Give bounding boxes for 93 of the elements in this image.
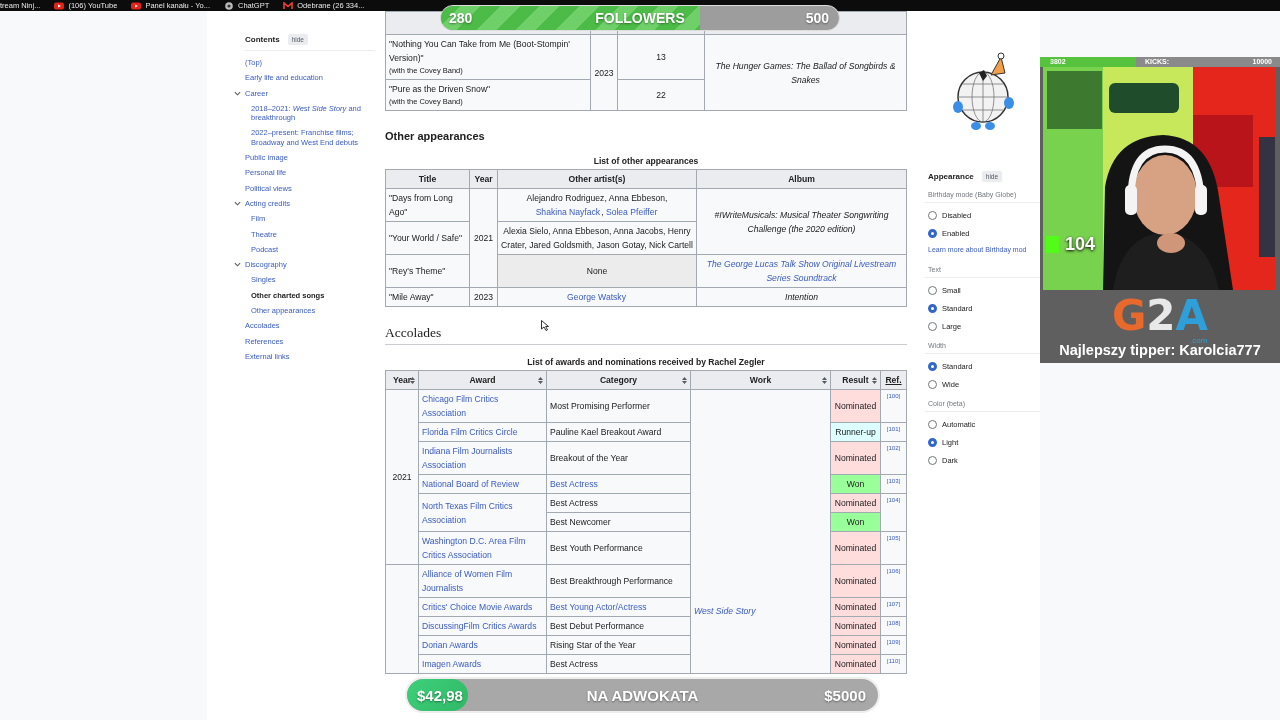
- album-link[interactable]: The George Lucas Talk Show Original Livestream Series Soundtrack: [700, 257, 903, 285]
- chevron-icon[interactable]: [234, 89, 241, 97]
- column-header: Other artist(s): [497, 169, 697, 189]
- table-cell: "Rey's Theme": [385, 254, 470, 288]
- video-icon: [54, 1, 65, 10]
- chevron-icon[interactable]: [234, 261, 241, 269]
- radio-button[interactable]: [928, 321, 937, 331]
- artist-link[interactable]: Shakina Nayfack: [535, 205, 601, 219]
- table-cell: The Hunger Games: The Ballad of Songbirds & Snakes: [704, 34, 907, 111]
- award-link[interactable]: Indiana Film Journalists Association: [422, 444, 543, 472]
- logo-suffix: .com: [1190, 336, 1208, 345]
- goal-target: 500: [805, 9, 829, 28]
- column-header: Title: [385, 169, 470, 189]
- envelope-icon: [283, 1, 294, 10]
- award-link[interactable]: Imagen Awards: [422, 657, 543, 671]
- award-link[interactable]: Chicago Film Critics Association: [422, 392, 543, 420]
- table-caption: List of awards and nominations received by Rachel Zegler: [526, 357, 766, 367]
- sort-icon[interactable]: [872, 376, 877, 384]
- award-link[interactable]: Dorian Awards: [422, 638, 543, 652]
- section-heading: Accolades: [385, 325, 907, 345]
- result-cell: Nominated: [830, 531, 881, 565]
- award-link[interactable]: Alliance of Women Film Journalists: [422, 567, 543, 595]
- table-cell: 2023: [590, 34, 618, 111]
- column-header[interactable]: Work: [690, 370, 831, 390]
- artist-names: None: [586, 266, 608, 276]
- contents-title: Contents: [245, 35, 280, 44]
- logo-letter: 2: [1146, 296, 1176, 336]
- artist-names: ,: [601, 207, 605, 217]
- award-link[interactable]: National Board of Review: [422, 477, 543, 491]
- radio-button[interactable]: [928, 285, 937, 295]
- column-header[interactable]: Result: [830, 370, 881, 390]
- top-tipper: Najlepszy tipper: Karolcia777: [1058, 342, 1262, 358]
- goal-current: $42,98: [417, 685, 463, 706]
- category-link[interactable]: Best Actress: [550, 479, 598, 489]
- knot-icon: [224, 1, 234, 10]
- sort-icon[interactable]: [538, 376, 543, 384]
- artist-names: Alejandro Rodriguez, Anna Ebbeson,: [526, 193, 668, 203]
- column-header: Album: [696, 169, 907, 189]
- award-link[interactable]: DiscussingFilm Critics Awards: [422, 619, 543, 633]
- radio-button[interactable]: [928, 303, 937, 313]
- award-link[interactable]: Critics' Choice Movie Awards: [422, 600, 543, 614]
- sort-icon[interactable]: [822, 376, 827, 384]
- table-cell: 2021: [469, 188, 498, 288]
- panel-title: Appearance: [928, 172, 974, 181]
- table-cell: 2023: [469, 287, 498, 307]
- table-cell: "Days from Long Ago": [385, 188, 470, 222]
- radio-button[interactable]: [928, 228, 937, 238]
- song-title: "Pure as the Driven Snow": [389, 83, 492, 96]
- result-cell: Nominated: [830, 564, 881, 598]
- column-header[interactable]: Award: [418, 370, 547, 390]
- artist-link[interactable]: Solea Pfeiffer: [605, 205, 658, 219]
- column-header[interactable]: Year: [385, 370, 419, 390]
- column-header[interactable]: Category: [546, 370, 691, 390]
- sort-icon[interactable]: [682, 376, 687, 384]
- viewer-count: 104: [1065, 234, 1096, 255]
- table-caption: List of other appearances: [592, 156, 700, 166]
- award-link[interactable]: North Texas Film Critics Association: [422, 498, 543, 527]
- album-title: Intention: [784, 291, 819, 304]
- radio-button[interactable]: [928, 419, 937, 429]
- goal-label: FOLLOWERS: [595, 9, 685, 28]
- cursor-icon: [541, 320, 549, 331]
- song-title: "Nothing You Can Take from Me (Boot-Stompin' Version)": [389, 38, 571, 65]
- table-cell: 2021: [385, 389, 419, 565]
- radio-button[interactable]: [928, 455, 937, 465]
- goal-current: 280: [449, 9, 473, 28]
- result-cell: Nominated: [830, 441, 881, 475]
- award-link[interactable]: Florida Film Critics Circle: [422, 425, 543, 439]
- artist-names: Alexia Sielo, Anna Ebbeson, Anna Jacobs, Henry Crater, Jared Goldsmith, Jason Gotay, Nick Cartell: [501, 226, 693, 250]
- work-link[interactable]: West Side Story: [694, 605, 756, 616]
- radio-button[interactable]: [928, 361, 937, 371]
- chevron-icon[interactable]: [234, 199, 241, 207]
- logo-letter: G: [1111, 296, 1147, 336]
- radio-button[interactable]: [928, 437, 937, 447]
- result-cell: Nominated: [830, 389, 881, 423]
- video-icon: [131, 1, 142, 10]
- column-header: Year: [469, 169, 498, 189]
- radio-button[interactable]: [928, 379, 937, 389]
- table-cell: 13: [617, 34, 705, 80]
- artist-link[interactable]: George Watsky: [567, 290, 626, 304]
- sort-icon[interactable]: [410, 376, 415, 384]
- table-cell: "Mile Away": [385, 287, 470, 307]
- goal-target: $5000: [824, 685, 866, 706]
- section-heading: Other appearances: [385, 130, 486, 142]
- award-link[interactable]: Washington D.C. Area Film Critics Association: [422, 534, 543, 562]
- logo-letter: A: [1175, 296, 1209, 336]
- table-cell: Most Promising Performer: [546, 389, 691, 423]
- kick-icon: [1046, 236, 1059, 253]
- table-cell: "Your World / Safe": [385, 221, 470, 255]
- album-title: #IWriteMusicals: Musical Theater Songwriting Challenge (the 2020 edition): [713, 208, 890, 236]
- goal-label: NA ADWOKATA: [586, 685, 699, 706]
- category-link[interactable]: Best Young Actor/Actress: [550, 602, 647, 612]
- radio-button[interactable]: [928, 210, 937, 220]
- column-header: Ref.: [880, 370, 907, 390]
